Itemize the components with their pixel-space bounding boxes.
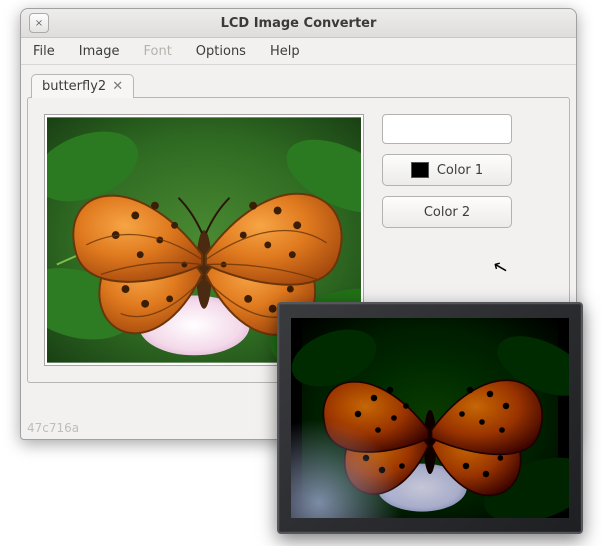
window-title: LCD Image Converter [21,16,576,31]
color1-swatch-icon [411,162,429,178]
window-close-button[interactable]: × [29,13,49,33]
titlebar[interactable]: × LCD Image Converter [21,9,576,38]
menu-image[interactable]: Image [67,40,132,63]
close-icon: × [35,18,43,29]
lcd-device-photo [277,302,583,534]
footer-hash: 47c716a [27,421,79,435]
color2-button[interactable]: Color 2 [382,196,512,228]
zoom-input[interactable] [383,115,512,143]
tab-close-icon[interactable]: ✕ [112,79,123,94]
menu-font: Font [131,40,183,63]
tab-butterfly2[interactable]: butterfly2 ✕ [31,74,134,98]
menubar: File Image Font Options Help [21,38,576,65]
color1-button[interactable]: Color 1 [382,154,512,186]
tab-label: butterfly2 [42,79,106,94]
menu-file[interactable]: File [21,40,67,63]
color2-label: Color 2 [424,205,470,220]
tab-bar: butterfly2 ✕ [27,71,570,97]
zoom-spinner[interactable]: ▲ ▼ [382,114,512,144]
menu-options[interactable]: Options [184,40,258,63]
menu-help[interactable]: Help [258,40,312,63]
color1-label: Color 1 [437,163,483,178]
lcd-screen [291,318,569,518]
